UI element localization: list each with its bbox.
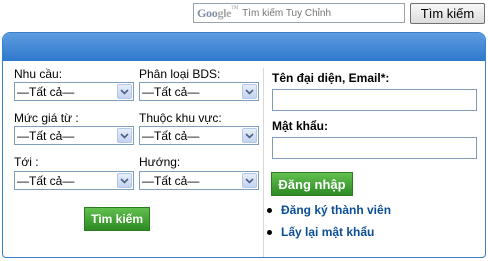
need-select[interactable]: —Tất cả— <box>14 82 134 101</box>
property-type-label: Phân loại BDS: <box>139 67 221 81</box>
password-field[interactable] <box>272 137 477 159</box>
password-label: Mật khẩu: <box>272 119 329 133</box>
chevron-down-icon <box>242 128 257 143</box>
bullet-icon <box>267 229 272 235</box>
price-to-select[interactable]: —Tất cả— <box>14 171 134 190</box>
username-field[interactable] <box>272 89 477 111</box>
direction-label: Hướng: <box>139 155 181 169</box>
filter-search-button[interactable]: Tìm kiếm <box>84 207 150 231</box>
direction-select[interactable]: —Tất cả— <box>139 171 259 190</box>
login-button[interactable]: Đăng nhập <box>271 172 353 196</box>
custom-search-button[interactable]: Tìm kiếm <box>410 3 485 24</box>
area-select[interactable]: —Tất cả— <box>139 126 259 145</box>
panel-divider <box>263 68 264 257</box>
area-label: Thuộc khu vực: <box>139 111 222 125</box>
google-logo: GoogleTM <box>197 5 239 20</box>
price-from-select[interactable]: —Tất cả— <box>14 126 134 145</box>
chevron-down-icon <box>242 173 257 188</box>
chevron-down-icon <box>242 84 257 99</box>
price-to-label: Tới : <box>14 155 39 169</box>
property-type-select[interactable]: —Tất cả— <box>139 82 259 101</box>
need-label: Nhu cầu: <box>14 67 63 81</box>
chevron-down-icon <box>117 84 132 99</box>
register-link[interactable]: Đăng ký thành viên <box>267 203 391 217</box>
chevron-down-icon <box>117 128 132 143</box>
custom-search-input[interactable] <box>242 7 383 19</box>
username-label: Tên đại diện, Email*: <box>272 71 390 85</box>
recover-password-link[interactable]: Lấy lại mật khẩu <box>267 225 374 239</box>
price-from-label: Mức giá từ : <box>14 111 79 125</box>
panel-header <box>3 33 485 61</box>
chevron-down-icon <box>117 173 132 188</box>
custom-search-box[interactable]: GoogleTM <box>193 3 405 23</box>
search-login-panel: Nhu cầu: —Tất cả— Phân loại BDS: —Tất cả… <box>2 32 486 258</box>
bullet-icon <box>267 207 272 213</box>
